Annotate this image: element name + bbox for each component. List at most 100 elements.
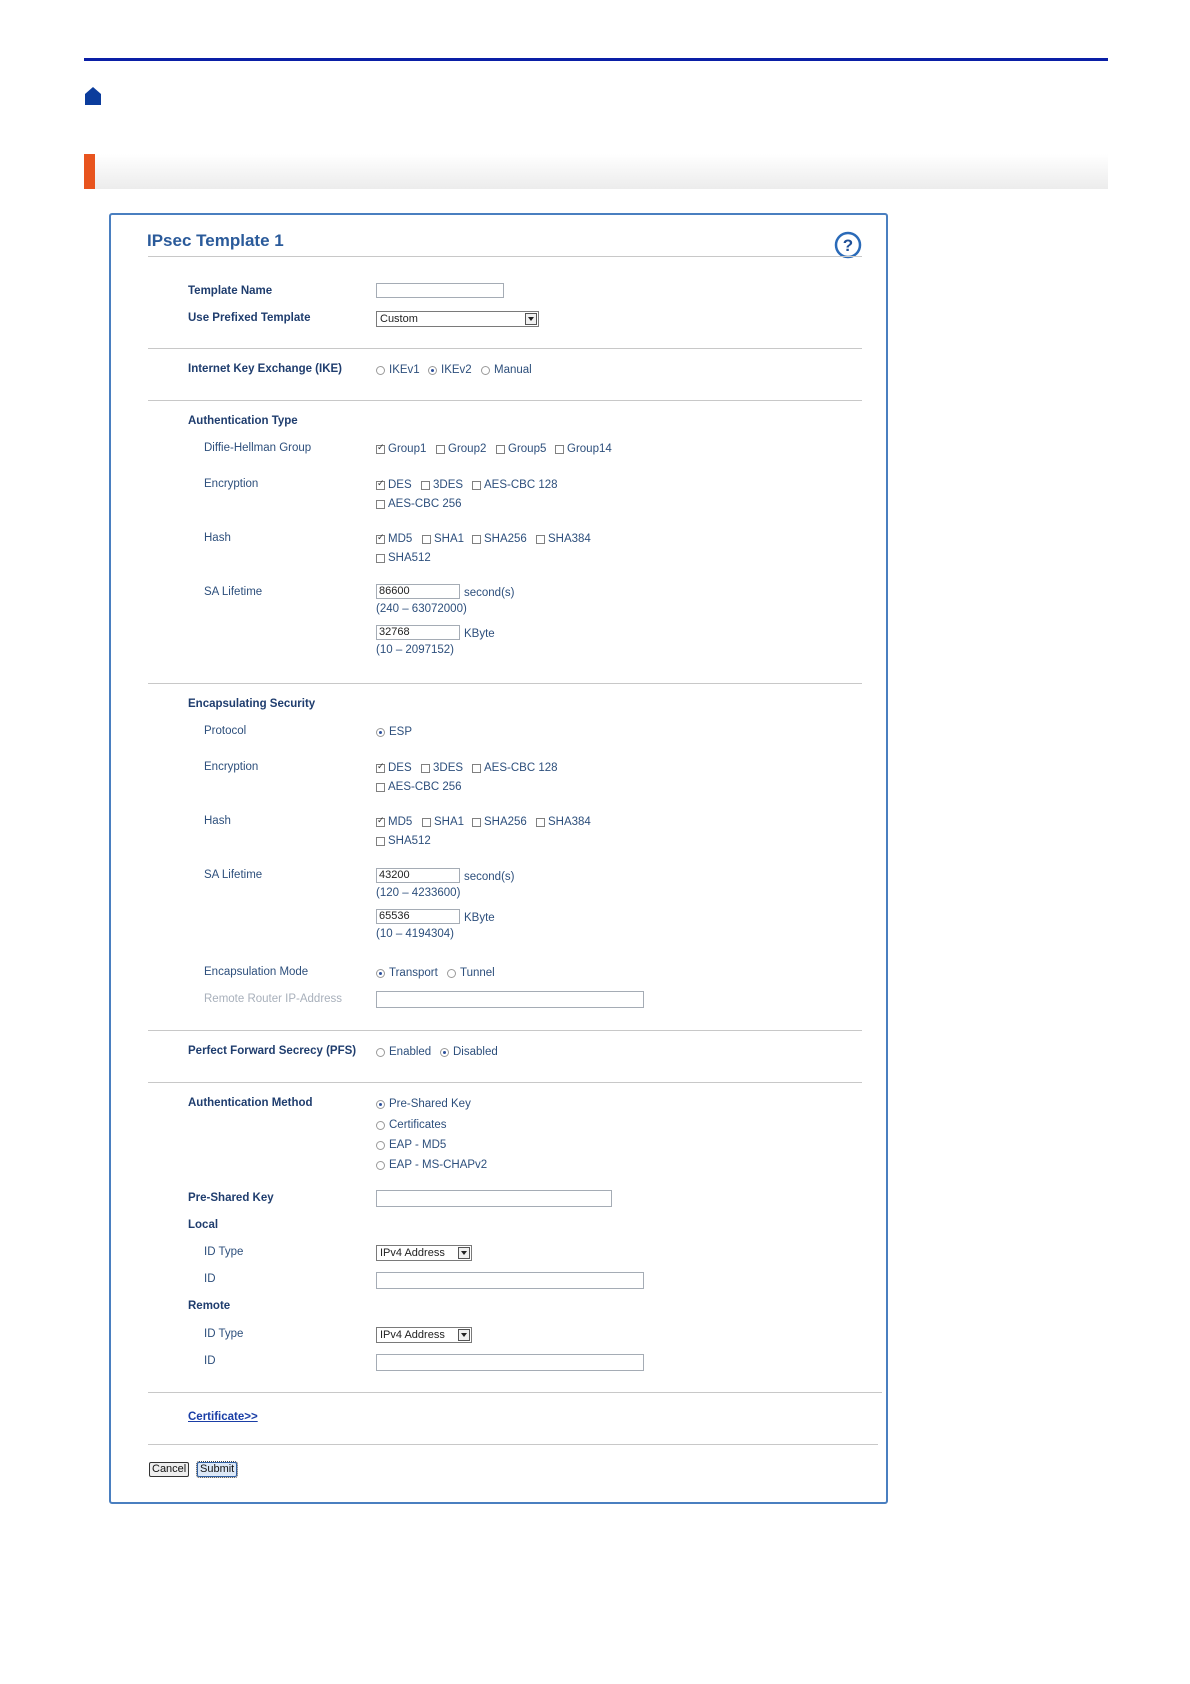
esp-enc-aes128-checkbox[interactable]: AES-CBC 128 xyxy=(472,762,558,774)
checkbox-icon xyxy=(472,534,481,544)
local-id-input[interactable] xyxy=(376,1272,644,1289)
option-label: Pre-Shared Key xyxy=(389,1098,471,1110)
protocol-esp-radio[interactable]: ESP xyxy=(376,726,412,738)
esp-hash-md5-checkbox[interactable]: MD5 xyxy=(376,815,412,828)
pfs-enabled-radio[interactable]: Enabled xyxy=(376,1046,431,1058)
ike-option-ikev1[interactable]: IKEv1 xyxy=(376,364,420,376)
checkbox-icon xyxy=(472,817,481,827)
esp-hash-label: Hash xyxy=(204,815,231,827)
radio-icon xyxy=(481,365,490,375)
option-label: ESP xyxy=(389,726,413,738)
option-label: Group5 xyxy=(508,443,547,455)
option-label: Disabled xyxy=(453,1046,498,1058)
dh-group5-checkbox[interactable]: Group5 xyxy=(496,443,546,455)
seconds-range: (120 – 4233600) xyxy=(376,887,461,899)
radio-icon xyxy=(376,1120,385,1130)
option-label: SHA1 xyxy=(434,816,465,828)
option-label: Enabled xyxy=(389,1046,432,1058)
esp-sa-seconds-input[interactable]: 43200 xyxy=(376,868,460,883)
esp-hash-sha256-checkbox[interactable]: SHA256 xyxy=(472,816,527,828)
remote-id-input[interactable] xyxy=(376,1354,644,1371)
esp-enc-des-checkbox[interactable]: DES xyxy=(376,761,412,774)
accent-mark xyxy=(84,154,95,189)
ike-enc-3des-checkbox[interactable]: 3DES xyxy=(421,479,463,491)
checkbox-icon xyxy=(496,444,505,454)
ike-enc-des-checkbox[interactable]: DES xyxy=(376,478,412,491)
cancel-button[interactable]: Cancel xyxy=(149,1462,190,1477)
option-label: Group1 xyxy=(388,443,427,455)
dh-group14-checkbox[interactable]: Group14 xyxy=(555,443,612,455)
esp-sa-kbyte-input[interactable]: 65536 xyxy=(376,909,460,924)
remote-idtype-value: IPv4 Address xyxy=(380,1329,445,1341)
checkbox-checked-icon xyxy=(376,478,385,490)
dh-group-label: Diffie-Hellman Group xyxy=(204,442,312,454)
home-icon[interactable] xyxy=(84,86,102,106)
seconds-unit: second(s) xyxy=(464,871,515,883)
prefixed-template-select[interactable]: Custom xyxy=(376,311,539,327)
esp-sa-lifetime-label: SA Lifetime xyxy=(204,869,263,881)
remote-router-input[interactable] xyxy=(376,991,644,1008)
ike-hash-md5-checkbox[interactable]: MD5 xyxy=(376,532,412,545)
ike-option-manual[interactable]: Manual xyxy=(481,364,532,376)
local-idtype-value: IPv4 Address xyxy=(380,1247,445,1259)
radio-selected-icon xyxy=(428,365,437,375)
certificate-link[interactable]: Certificate>> xyxy=(188,1411,258,1423)
esp-hash-sha384-checkbox[interactable]: SHA384 xyxy=(536,816,591,828)
option-label: 3DES xyxy=(433,479,464,491)
dh-group1-checkbox[interactable]: Group1 xyxy=(376,442,427,455)
divider xyxy=(148,1030,862,1031)
option-label: DES xyxy=(388,762,412,774)
encap-mode-label: Encapsulation Mode xyxy=(204,966,309,978)
esp-enc-3des-checkbox[interactable]: 3DES xyxy=(421,762,463,774)
auth-certificates-radio[interactable]: Certificates xyxy=(376,1119,447,1131)
checkbox-icon xyxy=(536,817,545,827)
divider xyxy=(148,1444,878,1445)
ike-sa-seconds-input[interactable]: 86600 xyxy=(376,584,460,599)
local-idtype-label: ID Type xyxy=(204,1246,244,1258)
ike-hash-sha384-checkbox[interactable]: SHA384 xyxy=(536,533,591,545)
seconds-range: (240 – 63072000) xyxy=(376,603,467,615)
mode-tunnel-radio[interactable]: Tunnel xyxy=(447,967,495,979)
option-label: SHA512 xyxy=(388,835,431,847)
option-label: AES-CBC 256 xyxy=(388,781,462,793)
ike-enc-aes256-checkbox[interactable]: AES-CBC 256 xyxy=(376,498,462,510)
option-label: SHA256 xyxy=(484,816,527,828)
option-label: AES-CBC 128 xyxy=(484,479,558,491)
esp-hash-sha1-checkbox[interactable]: SHA1 xyxy=(422,816,464,828)
ike-sa-kbyte-input[interactable]: 32768 xyxy=(376,625,460,640)
option-label: Tunnel xyxy=(460,967,495,979)
dh-group2-checkbox[interactable]: Group2 xyxy=(436,443,486,455)
checkbox-icon xyxy=(421,763,430,773)
template-name-label: Template Name xyxy=(188,285,273,297)
ike-option-ikev2[interactable]: IKEv2 xyxy=(428,364,472,376)
radio-icon xyxy=(376,1160,385,1170)
remote-id-label: ID xyxy=(204,1355,216,1367)
checkbox-icon xyxy=(422,534,431,544)
local-label: Local xyxy=(188,1219,219,1231)
submit-button[interactable]: Submit xyxy=(195,1461,239,1478)
remote-idtype-select[interactable]: IPv4 Address xyxy=(376,1327,472,1343)
option-label: SHA256 xyxy=(484,533,527,545)
pfs-disabled-radio[interactable]: Disabled xyxy=(440,1046,498,1058)
auth-eap-md5-radio[interactable]: EAP - MD5 xyxy=(376,1139,446,1151)
checkbox-icon xyxy=(472,763,481,773)
radio-icon xyxy=(447,968,456,978)
local-id-label: ID xyxy=(204,1273,216,1285)
local-idtype-select[interactable]: IPv4 Address xyxy=(376,1245,472,1261)
ike-enc-aes128-checkbox[interactable]: AES-CBC 128 xyxy=(472,479,558,491)
ike-hash-sha512-checkbox[interactable]: SHA512 xyxy=(376,552,431,564)
checkbox-checked-icon xyxy=(376,442,385,454)
ike-hash-sha1-checkbox[interactable]: SHA1 xyxy=(422,533,464,545)
psk-input[interactable] xyxy=(376,1190,612,1207)
auth-psk-radio[interactable]: Pre-Shared Key xyxy=(376,1098,471,1110)
auth-eap-mschapv2-radio[interactable]: EAP - MS-CHAPv2 xyxy=(376,1159,487,1171)
mode-transport-radio[interactable]: Transport xyxy=(376,967,438,979)
radio-selected-icon xyxy=(376,968,385,978)
help-icon[interactable]: ? xyxy=(834,231,862,259)
template-name-input[interactable] xyxy=(376,283,504,298)
ike-hash-label: Hash xyxy=(204,532,231,544)
ike-hash-sha256-checkbox[interactable]: SHA256 xyxy=(472,533,527,545)
pfs-label: Perfect Forward Secrecy (PFS) xyxy=(188,1045,357,1057)
esp-hash-sha512-checkbox[interactable]: SHA512 xyxy=(376,835,431,847)
esp-enc-aes256-checkbox[interactable]: AES-CBC 256 xyxy=(376,781,462,793)
